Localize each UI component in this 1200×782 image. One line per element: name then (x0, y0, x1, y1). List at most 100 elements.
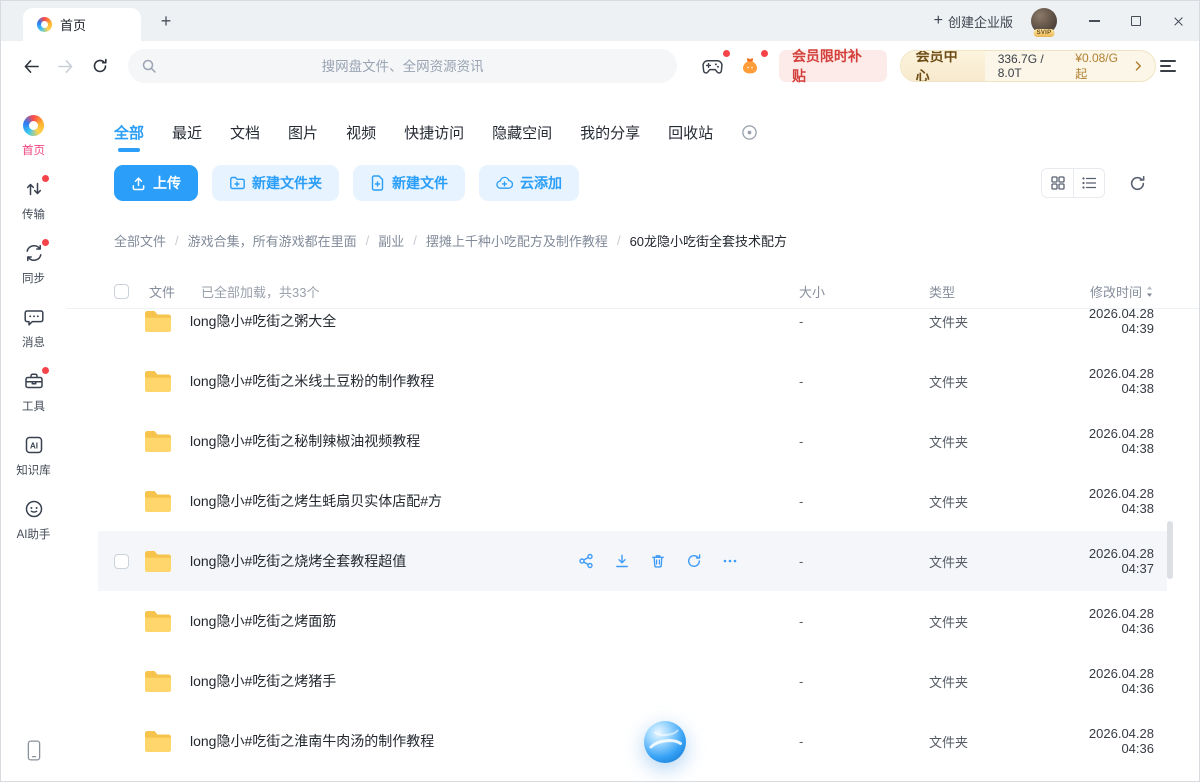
breadcrumb-separator: / (617, 233, 621, 248)
tab-docs[interactable]: 文档 (230, 122, 260, 143)
column-size[interactable]: 大小 (799, 282, 929, 301)
refresh-button[interactable] (88, 53, 113, 79)
lucky-bag-button[interactable] (737, 52, 764, 80)
sidebar: 首页 传输 同步 消息 (1, 91, 66, 781)
sidebar-item-transfer[interactable]: 传输 (1, 177, 66, 227)
netdisk-logo-icon (37, 17, 52, 32)
table-row[interactable]: long隐小#吃街之烤生蚝扇贝实体店配#方 - 文件夹 2026.04.28 0… (98, 471, 1167, 531)
create-enterprise-label: 创建企业版 (948, 12, 1013, 31)
main-panel: 全部 最近 文档 图片 视频 快捷访问 隐藏空间 我的分享 回收站 上传 (66, 91, 1199, 781)
grid-view-button[interactable] (1042, 169, 1073, 197)
folder-icon (143, 309, 173, 334)
file-time: 2026.04.28 04:37 (1059, 546, 1167, 576)
file-name: long隐小#吃街之秘制辣椒油视频教程 (190, 431, 799, 451)
maximize-button[interactable] (1115, 1, 1157, 41)
storage-usage: 336.7G / 8.0T (998, 52, 1069, 80)
sidebar-item-home[interactable]: 首页 (1, 113, 66, 163)
member-center-capsule[interactable]: 会员中心 336.7G / 8.0T ¥0.08/G起 (900, 50, 1156, 82)
menu-button[interactable] (1156, 53, 1181, 79)
new-folder-button[interactable]: 新建文件夹 (212, 165, 339, 201)
upload-button[interactable]: 上传 (114, 165, 198, 201)
back-button[interactable] (19, 53, 44, 79)
new-file-button[interactable]: 新建文件 (353, 165, 465, 201)
category-tabs: 全部 最近 文档 图片 视频 快捷访问 隐藏空间 我的分享 回收站 (114, 121, 1199, 143)
tab-quick-access[interactable]: 快捷访问 (404, 122, 464, 143)
member-subsidy-button[interactable]: 会员限时补贴 (779, 50, 887, 82)
breadcrumb-item[interactable]: 副业 (378, 231, 404, 250)
row-checkbox[interactable] (114, 554, 129, 569)
load-status: 已全部加载，共33个 (201, 282, 319, 301)
table-row[interactable]: long隐小#吃街之烤面筋 - 文件夹 2026.04.28 04:36 (98, 591, 1167, 651)
sidebar-item-label: 同步 (22, 270, 45, 286)
tab-recent[interactable]: 最近 (172, 122, 202, 143)
tab-videos[interactable]: 视频 (346, 122, 376, 143)
tab-home[interactable]: 首页 (23, 8, 141, 41)
table-row[interactable]: long隐小#吃街之秘制辣椒油视频教程 - 文件夹 2026.04.28 04:… (98, 411, 1167, 471)
member-center-label[interactable]: 会员中心 (901, 51, 985, 81)
sidebar-item-knowledge[interactable]: AI 知识库 (1, 433, 66, 483)
more-icon[interactable] (722, 553, 738, 569)
save-refresh-icon[interactable] (686, 553, 702, 569)
file-name: long隐小#吃街之烤生蚝扇贝实体店配#方 (190, 491, 799, 511)
mobile-app-button[interactable] (26, 739, 41, 767)
file-type: 文件夹 (929, 492, 1059, 511)
list-view-button[interactable] (1073, 169, 1104, 197)
avatar[interactable]: SVIP (1031, 8, 1057, 34)
sidebar-item-ai-assistant[interactable]: AI助手 (1, 497, 66, 547)
file-list-viewport: long隐小#吃街之粥大全 - 文件夹 2026.04.28 04:39 (66, 308, 1199, 781)
sidebar-item-sync[interactable]: 同步 (1, 241, 66, 291)
search-input[interactable] (128, 49, 678, 83)
table-row[interactable]: long隐小#吃街之淮南牛肉汤的制作教程 - 文件夹 2026.04.28 04… (98, 711, 1167, 771)
forward-button[interactable] (53, 53, 78, 79)
select-all-checkbox[interactable] (114, 284, 129, 299)
view-toggle (1041, 168, 1105, 198)
table-row[interactable]: long隐小#吃街之粥大全 - 文件夹 2026.04.28 04:39 (98, 308, 1167, 351)
breadcrumb-item[interactable]: 摆摊上千种小吃配方及制作教程 (426, 231, 608, 250)
table-row[interactable] (98, 771, 1167, 781)
games-button[interactable] (698, 52, 725, 80)
table-row[interactable]: long隐小#吃街之米线土豆粉的制作教程 - 文件夹 2026.04.28 04… (98, 351, 1167, 411)
breadcrumb-separator: / (366, 233, 370, 248)
sidebar-item-messages[interactable]: 消息 (1, 305, 66, 355)
globe-icon (642, 719, 688, 765)
column-modified-time[interactable]: 修改时间 (1059, 282, 1167, 301)
tab-all[interactable]: 全部 (114, 122, 144, 143)
file-size: - (799, 734, 929, 749)
notification-dot (723, 50, 730, 57)
sync-icon (23, 242, 45, 264)
minimize-button[interactable] (1073, 1, 1115, 41)
file-size: - (799, 554, 929, 569)
tab-recycle-bin[interactable]: 回收站 (668, 122, 713, 143)
new-tab-button[interactable]: + (153, 8, 179, 34)
delete-icon[interactable] (650, 553, 666, 569)
arrow-left-icon (23, 59, 40, 74)
tab-settings-button[interactable] (741, 124, 758, 141)
arrow-right-icon (57, 59, 74, 74)
table-row[interactable]: long隐小#吃街之烧烤全套教程超值 - 文件夹 2026.04.28 04:3… (98, 531, 1167, 591)
sidebar-item-tools[interactable]: 工具 (1, 369, 66, 419)
breadcrumb-item[interactable]: 全部文件 (114, 231, 166, 250)
tab-my-shares[interactable]: 我的分享 (580, 122, 640, 143)
close-button[interactable] (1157, 1, 1199, 41)
column-type[interactable]: 类型 (929, 282, 1059, 301)
table-header: 文件 已全部加载，共33个 大小 类型 修改时间 (98, 274, 1167, 308)
tab-images[interactable]: 图片 (288, 122, 318, 143)
download-icon[interactable] (614, 553, 630, 569)
toolbox-icon (23, 370, 45, 392)
share-icon[interactable] (578, 553, 594, 569)
breadcrumb-item[interactable]: 游戏合集，所有游戏都在里面 (188, 231, 357, 250)
breadcrumb: 全部文件 / 游戏合集，所有游戏都在里面 / 副业 / 摆摊上千种小吃配方及制作… (114, 231, 1151, 250)
list-view-icon (1082, 177, 1096, 189)
assistant-globe-button[interactable] (642, 719, 688, 765)
svip-badge: SVIP (1034, 29, 1055, 37)
cloud-add-button[interactable]: 云添加 (479, 165, 579, 201)
table-row[interactable]: long隐小#吃街之烤猪手 - 文件夹 2026.04.28 04:36 (98, 651, 1167, 711)
file-type: 文件夹 (929, 552, 1059, 571)
file-name: long隐小#吃街之粥大全 (190, 311, 799, 331)
scrollbar-thumb[interactable] (1167, 521, 1173, 579)
list-refresh-button[interactable] (1123, 169, 1151, 197)
create-enterprise-button[interactable]: + 创建企业版 (934, 12, 1013, 31)
tab-hidden-space[interactable]: 隐藏空间 (492, 122, 552, 143)
svg-text:AI: AI (30, 441, 38, 450)
upgrade-price: ¥0.08/G起 (1075, 51, 1128, 82)
